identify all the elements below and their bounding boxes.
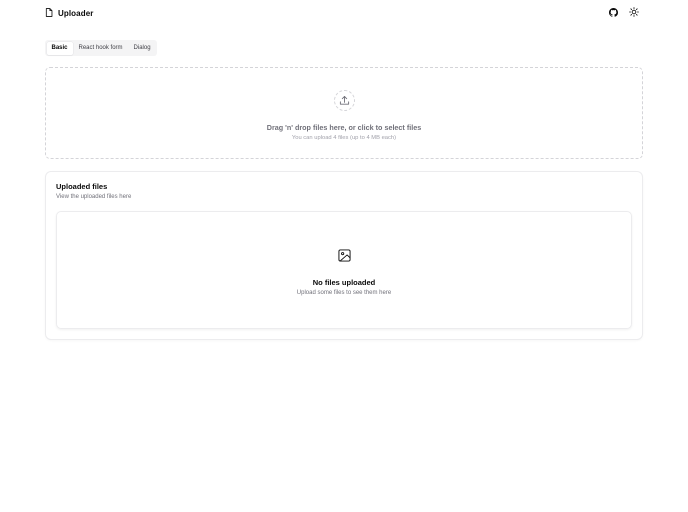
empty-subtitle: Upload some files to see them here xyxy=(296,290,392,296)
card-title: Uploaded files xyxy=(56,182,108,191)
tab-dialog[interactable]: Dialog xyxy=(129,42,156,55)
app-title: Uploader xyxy=(58,8,94,18)
tab-list: Basic React hook form Dialog xyxy=(45,40,158,56)
sun-icon[interactable] xyxy=(628,6,640,18)
upload-icon xyxy=(333,90,355,111)
image-icon xyxy=(337,248,351,262)
brand-link[interactable]: Uploader xyxy=(45,7,93,19)
empty-title: No files uploaded xyxy=(312,278,376,287)
dropzone-subtitle: You can upload 4 files (up to 4 MB each) xyxy=(291,135,397,141)
file-icon xyxy=(45,4,53,22)
tab-react-hook-form[interactable]: React hook form xyxy=(74,42,128,55)
file-dropzone[interactable]: Drag 'n' drop files here, or click to se… xyxy=(45,67,643,159)
uploaded-files-card: Uploaded files View the uploaded files h… xyxy=(45,171,643,340)
github-icon[interactable] xyxy=(607,6,619,18)
card-description: View the uploaded files here xyxy=(56,194,132,200)
empty-state: No files uploaded Upload some files to s… xyxy=(56,211,632,329)
tab-basic[interactable]: Basic xyxy=(46,41,73,55)
site-header: Uploader xyxy=(0,0,688,26)
dropzone-title: Drag 'n' drop files here, or click to se… xyxy=(266,123,422,132)
